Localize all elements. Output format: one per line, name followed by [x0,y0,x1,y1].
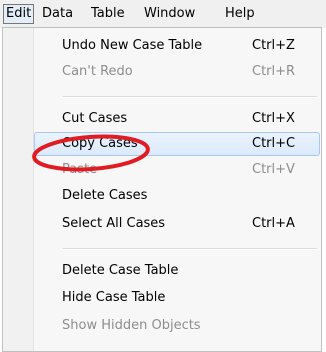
menu-item-shortcut: Ctrl+V [252,162,295,177]
menu-item-delete-case-table[interactable]: Delete Case Table [34,259,320,283]
menu-bar: Edit Data Table Window Help [0,0,326,28]
menu-item-label: Select All Cases [62,216,166,231]
menu-window[interactable]: Window [144,5,195,23]
menu-separator [63,96,317,98]
menu-item-shortcut: Ctrl+X [252,111,295,126]
menu-item-delete-cases[interactable]: Delete Cases [34,184,320,208]
menu-item-label: Delete Cases [62,188,148,203]
menu-icon-gutter [3,28,34,351]
menu-item-label: Hide Case Table [62,290,166,305]
menu-table[interactable]: Table [91,5,125,23]
menu-item-label: Can't Redo [62,64,133,79]
menu-data[interactable]: Data [42,5,73,23]
edit-menu-dropdown: Undo New Case Table Ctrl+Z Can't Redo Ct… [2,27,322,352]
menu-help[interactable]: Help [225,5,255,23]
menu-item-label: Undo New Case Table [62,38,203,53]
menu-item-cut-cases[interactable]: Cut Cases Ctrl+X [34,107,320,131]
menu-item-hide-case-table[interactable]: Hide Case Table [34,286,320,310]
red-circle-annotation [32,134,150,172]
menu-item-redo: Can't Redo Ctrl+R [34,60,320,84]
menu-item-shortcut: Ctrl+Z [252,38,295,53]
menu-item-label: Delete Case Table [62,263,179,278]
menu-edit[interactable]: Edit [3,4,35,24]
menu-item-undo[interactable]: Undo New Case Table Ctrl+Z [34,34,320,58]
menu-item-label: Show Hidden Objects [62,318,201,333]
menu-item-show-hidden-objects: Show Hidden Objects [34,314,320,338]
menu-item-shortcut: Ctrl+A [252,216,295,231]
menu-item-select-all-cases[interactable]: Select All Cases Ctrl+A [34,212,320,236]
menu-separator [63,248,317,250]
menu-item-shortcut: Ctrl+R [252,64,296,79]
menu-item-shortcut: Ctrl+C [252,136,296,151]
menu-item-label: Cut Cases [62,111,128,126]
